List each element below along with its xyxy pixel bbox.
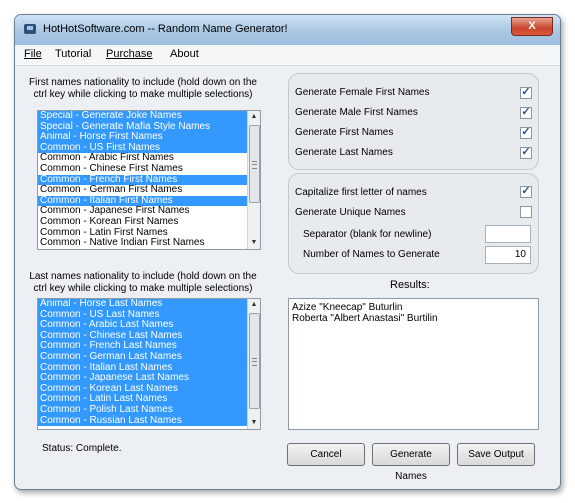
list-item[interactable]: Common - Russian Last Names [38,415,260,427]
capitalize-checkbox[interactable]: ✓ [520,185,532,198]
scroll-thumb[interactable] [249,125,260,203]
check-icon: ✓ [521,106,531,118]
unique-checkbox[interactable] [520,206,532,218]
scroll-down-icon[interactable]: ▼ [248,237,260,249]
format-group: Capitalize first letter of names ✓ Gener… [288,173,539,274]
scroll-down-icon[interactable]: ▼ [248,417,260,429]
count-input[interactable]: 10 [485,246,531,264]
close-button[interactable]: X [511,17,553,36]
unique-option-label: Generate Unique Names [295,207,406,218]
app-icon [24,24,36,34]
last-names-label: Last names nationality to include (hold … [29,271,257,294]
female-checkbox[interactable]: ✓ [520,86,532,99]
last-option-label: Generate Last Names [295,147,393,158]
check-icon: ✓ [521,126,531,138]
male-checkbox[interactable]: ✓ [520,106,532,119]
grip-icon [252,358,257,366]
grip-icon [252,161,257,169]
first-names-listbox[interactable]: Special - Generate Joke Names Special - G… [37,110,261,250]
last-checkbox[interactable]: ✓ [520,146,532,159]
menu-file[interactable]: File [24,48,42,60]
menu-file-label: File [24,48,42,60]
cancel-button[interactable]: Cancel [287,443,365,466]
window-title: HotHotSoftware.com -- Random Name Genera… [43,23,288,35]
check-icon: ✓ [521,146,531,158]
results-label: Results: [390,279,430,291]
first-names-items: Special - Generate Joke Names Special - G… [38,111,260,249]
last-names-listbox[interactable]: Animal - Horse Last Names Common - US Las… [37,298,261,430]
status-text: Status: Complete. [42,443,122,454]
check-icon: ✓ [521,185,531,197]
title-bar[interactable]: HotHotSoftware.com -- Random Name Genera… [15,15,560,45]
list-item[interactable]: Animal - Horse Last Names [38,299,260,310]
result-line: Azize "Kneecap" Buturlin [292,302,403,313]
female-option-label: Generate Female First Names [295,87,430,98]
list-item[interactable]: Special - Generate Joke Names [38,111,260,122]
last-names-items: Animal - Horse Last Names Common - US Las… [38,299,260,427]
generate-names-button[interactable]: Generate Names [372,443,450,482]
first-checkbox[interactable]: ✓ [520,126,532,139]
list-item[interactable]: Common - Native Indian First Names [38,238,260,249]
menu-about[interactable]: About [170,48,199,60]
male-option-label: Generate Male First Names [295,107,418,118]
list-item[interactable]: Common - Polish Last Names [38,404,260,416]
results-textarea[interactable]: Azize "Kneecap" Buturlin Roberta "Albert… [288,298,539,430]
menu-purchase[interactable]: Purchase [106,48,152,60]
first-names-scrollbar[interactable]: ▲ ▼ [247,111,260,249]
menu-tutorial[interactable]: Tutorial [55,48,91,60]
separator-label: Separator (blank for newline) [303,229,432,240]
menu-purchase-label: Purchase [106,48,153,60]
first-names-label: First names nationality to include (hold… [29,77,257,100]
capitalize-option-label: Capitalize first letter of names [295,187,427,198]
last-names-scrollbar[interactable]: ▲ ▼ [247,299,260,429]
check-icon: ✓ [521,86,531,98]
scroll-up-icon[interactable]: ▲ [248,299,260,311]
scroll-up-icon[interactable]: ▲ [248,111,260,123]
scroll-thumb[interactable] [249,313,260,409]
count-label: Number of Names to Generate [303,249,440,260]
app-window: HotHotSoftware.com -- Random Name Genera… [14,14,561,490]
list-item[interactable]: Common - Korean First Names [38,216,260,228]
separator-input[interactable] [485,225,531,243]
first-option-label: Generate First Names [295,127,394,138]
menu-bar: File Tutorial Purchase About [15,45,560,66]
result-line: Roberta "Albert Anastasi" Burtilin [292,313,438,324]
list-item[interactable]: Common - German Last Names [38,351,260,363]
list-item[interactable]: Common - Chinese First Names [38,163,260,175]
save-output-button[interactable]: Save Output [457,443,535,466]
name-type-group: Generate Female First Names ✓ Generate M… [288,73,539,170]
